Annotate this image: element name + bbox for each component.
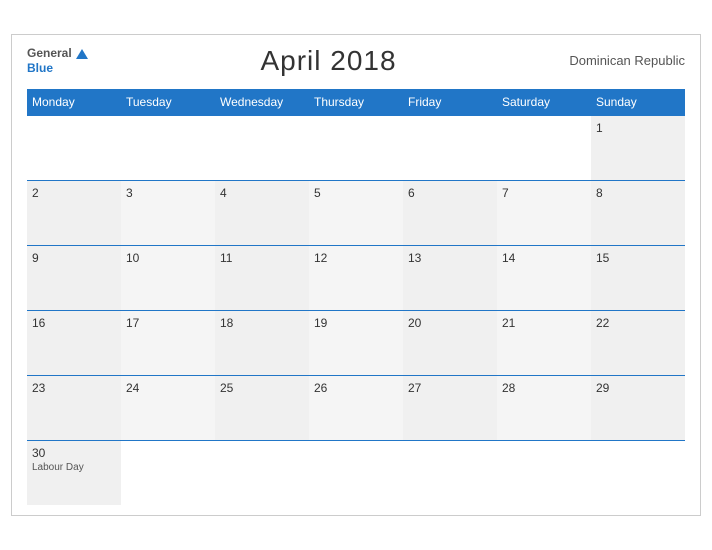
day-number: 23: [32, 381, 116, 395]
day-number: 13: [408, 251, 492, 265]
calendar-week-row: 16 17 18 19 20 21 22: [27, 310, 685, 375]
calendar-day: 2: [27, 180, 121, 245]
weekday-header-tuesday: Tuesday: [121, 89, 215, 116]
calendar-table: MondayTuesdayWednesdayThursdayFridaySatu…: [27, 89, 685, 506]
day-number: 8: [596, 186, 680, 200]
calendar-day: 23: [27, 375, 121, 440]
calendar-day: [497, 440, 591, 505]
calendar-week-row: 23 24 25 26 27 28 29: [27, 375, 685, 440]
calendar-day: 19: [309, 310, 403, 375]
day-number: 30: [32, 446, 116, 460]
calendar-container: General Blue April 2018 Dominican Republ…: [11, 34, 701, 517]
country-label: Dominican Republic: [569, 53, 685, 68]
calendar-day: 16: [27, 310, 121, 375]
calendar-week-row: 9 10 11 12 13 14 15: [27, 245, 685, 310]
day-event: Labour Day: [32, 462, 116, 473]
weekday-header-row: MondayTuesdayWednesdayThursdayFridaySatu…: [27, 89, 685, 116]
calendar-day: 13: [403, 245, 497, 310]
calendar-day: 22: [591, 310, 685, 375]
day-number: 27: [408, 381, 492, 395]
calendar-day: 29: [591, 375, 685, 440]
calendar-day: [121, 440, 215, 505]
day-number: 16: [32, 316, 116, 330]
calendar-day: 26: [309, 375, 403, 440]
calendar-day: 5: [309, 180, 403, 245]
calendar-day: [309, 440, 403, 505]
calendar-day: 12: [309, 245, 403, 310]
day-number: 11: [220, 251, 304, 265]
calendar-day: 7: [497, 180, 591, 245]
calendar-day: [309, 115, 403, 180]
calendar-day: 24: [121, 375, 215, 440]
day-number: 1: [596, 121, 680, 135]
calendar-day: [403, 115, 497, 180]
day-number: 28: [502, 381, 586, 395]
weekday-header-wednesday: Wednesday: [215, 89, 309, 116]
calendar-day: 3: [121, 180, 215, 245]
calendar-day: 21: [497, 310, 591, 375]
weekday-header-monday: Monday: [27, 89, 121, 116]
day-number: 15: [596, 251, 680, 265]
day-number: 25: [220, 381, 304, 395]
calendar-day: 11: [215, 245, 309, 310]
calendar-day: [403, 440, 497, 505]
calendar-day: 1: [591, 115, 685, 180]
calendar-day: 20: [403, 310, 497, 375]
logo: General Blue: [27, 46, 88, 75]
calendar-day: 14: [497, 245, 591, 310]
day-number: 21: [502, 316, 586, 330]
day-number: 20: [408, 316, 492, 330]
calendar-day: 8: [591, 180, 685, 245]
day-number: 2: [32, 186, 116, 200]
day-number: 6: [408, 186, 492, 200]
day-number: 12: [314, 251, 398, 265]
weekday-header-saturday: Saturday: [497, 89, 591, 116]
day-number: 3: [126, 186, 210, 200]
day-number: 7: [502, 186, 586, 200]
calendar-day: 27: [403, 375, 497, 440]
calendar-day: 17: [121, 310, 215, 375]
calendar-day: [27, 115, 121, 180]
calendar-day: 6: [403, 180, 497, 245]
day-number: 17: [126, 316, 210, 330]
calendar-day: [215, 440, 309, 505]
day-number: 5: [314, 186, 398, 200]
day-number: 4: [220, 186, 304, 200]
calendar-day: 15: [591, 245, 685, 310]
weekday-header-friday: Friday: [403, 89, 497, 116]
day-number: 29: [596, 381, 680, 395]
calendar-day: [591, 440, 685, 505]
day-number: 19: [314, 316, 398, 330]
calendar-day: 9: [27, 245, 121, 310]
day-number: 26: [314, 381, 398, 395]
calendar-day: 18: [215, 310, 309, 375]
day-number: 22: [596, 316, 680, 330]
calendar-day: 28: [497, 375, 591, 440]
day-number: 14: [502, 251, 586, 265]
calendar-week-row: 30 Labour Day: [27, 440, 685, 505]
month-title: April 2018: [260, 45, 396, 77]
calendar-day: [121, 115, 215, 180]
day-number: 24: [126, 381, 210, 395]
logo-general-text: General: [27, 46, 72, 60]
calendar-week-row: 1: [27, 115, 685, 180]
day-number: 10: [126, 251, 210, 265]
day-number: 18: [220, 316, 304, 330]
weekday-header-thursday: Thursday: [309, 89, 403, 116]
day-number: 9: [32, 251, 116, 265]
calendar-day: 30 Labour Day: [27, 440, 121, 505]
calendar-day: 10: [121, 245, 215, 310]
calendar-day: 4: [215, 180, 309, 245]
logo-triangle-icon: [76, 49, 88, 59]
calendar-day: 25: [215, 375, 309, 440]
calendar-day: [497, 115, 591, 180]
calendar-day: [215, 115, 309, 180]
calendar-week-row: 2345678: [27, 180, 685, 245]
calendar-header: General Blue April 2018 Dominican Republ…: [27, 45, 685, 77]
logo-blue-text: Blue: [27, 61, 88, 75]
weekday-header-sunday: Sunday: [591, 89, 685, 116]
